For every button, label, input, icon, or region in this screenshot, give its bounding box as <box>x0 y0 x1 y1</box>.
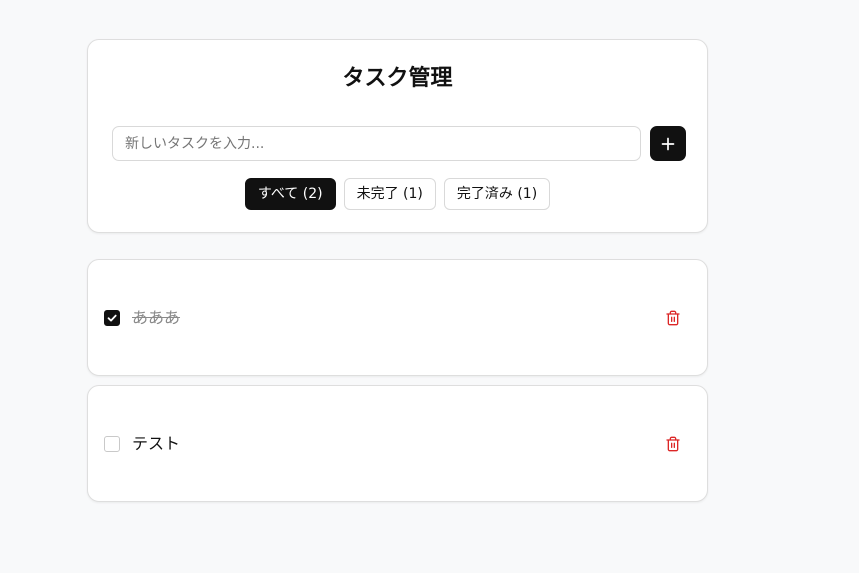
delete-task-button[interactable] <box>661 432 685 456</box>
task-item: あああ <box>87 259 708 376</box>
page-title: タスク管理 <box>342 66 453 91</box>
task-checkbox[interactable] <box>104 436 120 452</box>
task-text: あああ <box>132 308 181 327</box>
filter-tabs: すべて (2) 未完了 (1) 完了済み (1) <box>88 178 707 210</box>
new-task-input[interactable] <box>112 126 641 161</box>
trash-icon <box>666 310 680 326</box>
filter-active-button[interactable]: 未完了 (1) <box>343 178 436 210</box>
task-text: テスト <box>132 434 181 453</box>
add-task-button[interactable] <box>650 126 686 161</box>
plus-icon <box>661 137 675 150</box>
task-checkbox[interactable] <box>104 310 120 326</box>
delete-task-button[interactable] <box>661 306 685 330</box>
filter-completed-button[interactable]: 完了済み (1) <box>443 178 551 210</box>
task-manager-header-card: タスク管理 すべて (2) 未完了 (1) 完了済み (1) <box>87 39 708 233</box>
check-icon <box>107 314 117 322</box>
task-item: テスト <box>87 385 708 502</box>
filter-all-button[interactable]: すべて (2) <box>244 178 336 210</box>
trash-icon <box>666 436 680 452</box>
